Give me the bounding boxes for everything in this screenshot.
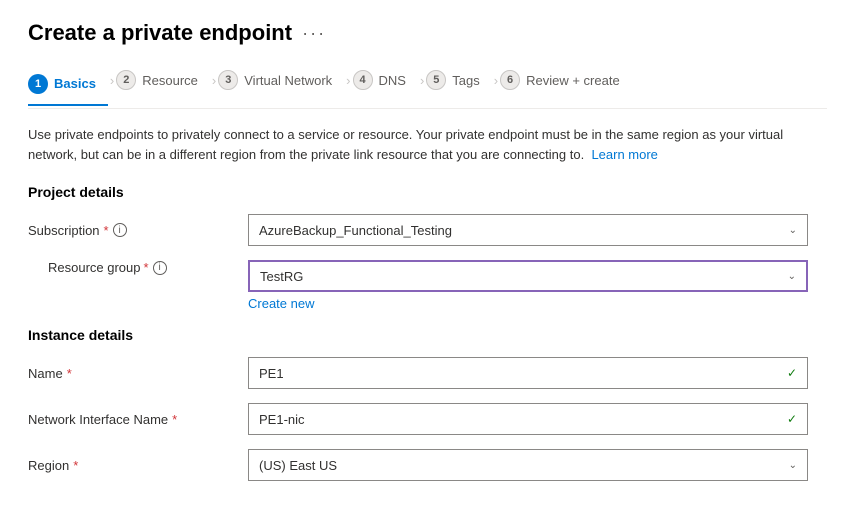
rg-required: * [144,260,149,275]
create-new-link[interactable]: Create new [248,296,808,311]
step-basics-label: Basics [54,76,96,91]
step-rc-circle: 6 [500,70,520,90]
separator-5: › [492,73,500,88]
rg-value: TestRG [260,269,303,284]
rg-input-col: TestRG ⌄ Create new [248,260,808,311]
separator-1: › [108,73,116,88]
region-group: Region * (US) East US ⌄ [28,449,827,481]
rg-info-icon[interactable]: i [153,261,167,275]
region-value: (US) East US [259,458,337,473]
subscription-value: AzureBackup_Functional_Testing [259,223,452,238]
step-vn-label: Virtual Network [244,73,332,88]
step-tags-circle: 5 [426,70,446,90]
step-virtual-network[interactable]: 3 Virtual Network [218,64,344,96]
page-title: Create a private endpoint [28,20,292,46]
title-ellipsis[interactable]: ··· [302,23,326,44]
step-tags[interactable]: 5 Tags [426,64,491,96]
region-chevron-icon: ⌄ [789,460,797,471]
step-basics[interactable]: 1 Basics [28,68,108,106]
separator-3: › [344,73,352,88]
subscription-chevron-icon: ⌄ [789,225,797,236]
description-text: Use private endpoints to privately conne… [28,125,827,164]
name-input-col: PE1 ✓ [248,357,808,389]
subscription-label: Subscription [28,223,100,238]
step-resource[interactable]: 2 Resource [116,64,210,96]
region-label: Region [28,458,69,473]
name-label-col: Name * [28,366,248,381]
subscription-required: * [104,223,109,238]
step-dns-circle: 4 [353,70,373,90]
name-required: * [67,366,72,381]
rg-label-col: Resource group * i [28,260,248,275]
region-dropdown[interactable]: (US) East US ⌄ [248,449,808,481]
resource-group-dropdown[interactable]: TestRG ⌄ [248,260,808,292]
nic-dropdown[interactable]: PE1-nic ✓ [248,403,808,435]
wizard-steps: 1 Basics › 2 Resource › 3 Virtual Networ… [28,64,827,109]
region-required: * [73,458,78,473]
separator-4: › [418,73,426,88]
subscription-group: Subscription * i AzureBackup_Functional_… [28,214,827,246]
name-value: PE1 [259,366,284,381]
nic-label: Network Interface Name [28,412,168,427]
step-dns-label: DNS [379,73,406,88]
step-dns[interactable]: 4 DNS [353,64,418,96]
rg-chevron-icon: ⌄ [788,271,796,282]
instance-details-section: Instance details Name * PE1 ✓ Network In… [28,327,827,481]
project-details-title: Project details [28,184,827,200]
subscription-input-col: AzureBackup_Functional_Testing ⌄ [248,214,808,246]
step-vn-circle: 3 [218,70,238,90]
nic-name-group: Network Interface Name * PE1-nic ✓ [28,403,827,435]
project-details-section: Project details Subscription * i AzureBa… [28,184,827,311]
step-basics-circle: 1 [28,74,48,94]
nic-label-col: Network Interface Name * [28,412,248,427]
name-dropdown[interactable]: PE1 ✓ [248,357,808,389]
step-tags-label: Tags [452,73,479,88]
subscription-info-icon[interactable]: i [113,223,127,237]
page-title-row: Create a private endpoint ··· [28,20,827,46]
region-input-col: (US) East US ⌄ [248,449,808,481]
nic-value: PE1-nic [259,412,305,427]
instance-details-title: Instance details [28,327,827,343]
name-group: Name * PE1 ✓ [28,357,827,389]
nic-checkmark-icon: ✓ [787,412,797,426]
subscription-dropdown[interactable]: AzureBackup_Functional_Testing ⌄ [248,214,808,246]
step-review-create[interactable]: 6 Review + create [500,64,632,96]
region-label-col: Region * [28,458,248,473]
separator-2: › [210,73,218,88]
nic-input-col: PE1-nic ✓ [248,403,808,435]
subscription-label-col: Subscription * i [28,223,248,238]
rg-label: Resource group [48,260,141,275]
nic-required: * [172,412,177,427]
step-rc-label: Review + create [526,73,620,88]
name-checkmark-icon: ✓ [787,366,797,380]
resource-group-form-group: Resource group * i TestRG ⌄ Create new [28,260,827,311]
step-resource-circle: 2 [116,70,136,90]
step-resource-label: Resource [142,73,198,88]
name-label: Name [28,366,63,381]
learn-more-link[interactable]: Learn more [591,147,657,162]
